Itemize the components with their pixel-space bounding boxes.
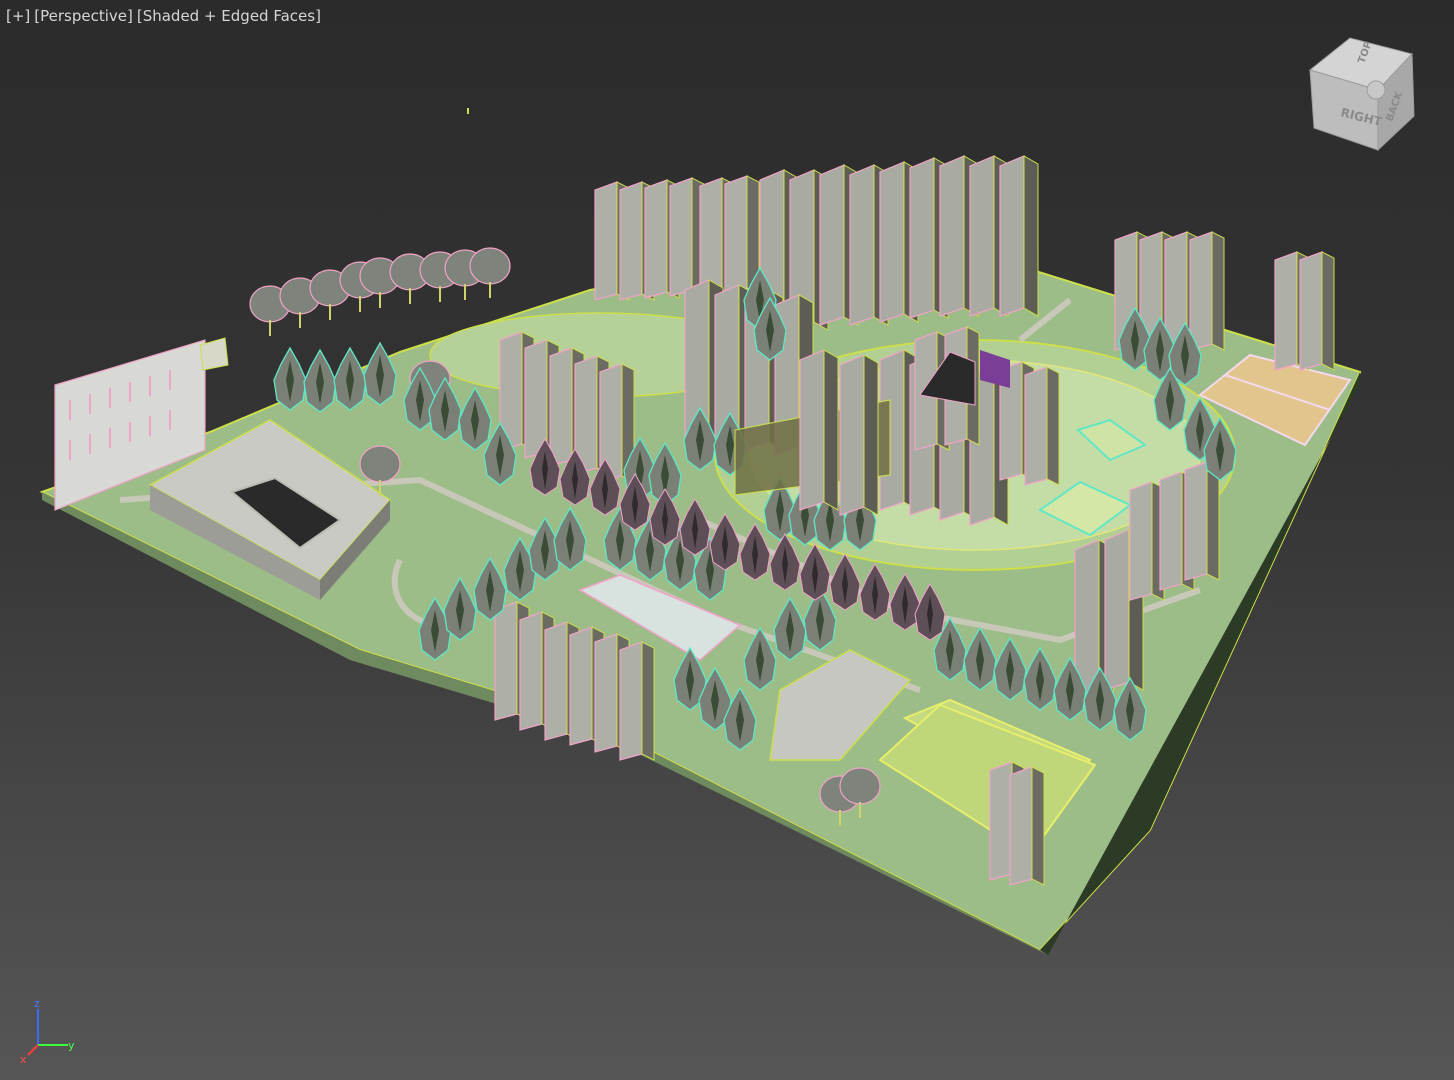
viewport-point-of-view-menu[interactable]: [Perspective]	[34, 6, 133, 26]
viewport-plus-menu[interactable]: [+]	[6, 6, 30, 26]
axis-z-label: z	[34, 997, 40, 1010]
viewport-shading-menu[interactable]: [Shaded + Edged Faces]	[137, 6, 321, 26]
axis-y-label: y	[68, 1039, 75, 1052]
viewcube-icon[interactable]: RIGHT TOP BACK	[1300, 30, 1426, 156]
axis-x-label: x	[20, 1053, 27, 1065]
perspective-viewport[interactable]: [+] [Perspective] [Shaded + Edged Faces]…	[0, 0, 1454, 1080]
viewport-label: [+] [Perspective] [Shaded + Edged Faces]	[6, 6, 321, 26]
axis-tripod-icon: z y x	[20, 997, 75, 1065]
scene-3d[interactable]	[0, 0, 1454, 1080]
